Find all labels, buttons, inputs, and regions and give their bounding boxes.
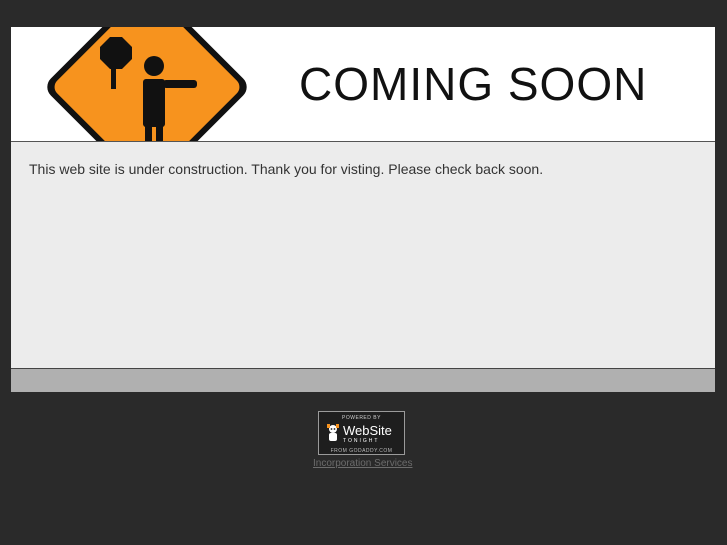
badge-website-text: WebSite: [343, 423, 392, 438]
incorporation-services-link[interactable]: Incorporation Services: [313, 458, 413, 469]
footer-bar: [11, 369, 715, 392]
site-frame: COMING SOON This web site is under const…: [11, 27, 715, 392]
construction-flagger-sign-icon: [47, 27, 247, 141]
header-banner: COMING SOON: [11, 27, 715, 142]
powered-by-website-tonight-badge[interactable]: POWERED BY WebSite TONIGHT FROM GODADDY.…: [318, 411, 405, 455]
coming-soon-heading: COMING SOON: [299, 58, 648, 110]
mascot-icon: [327, 424, 339, 441]
badge-powered-by-text: POWERED BY: [342, 415, 381, 421]
content-area: This web site is under construction. Tha…: [11, 142, 715, 369]
page: COMING SOON This web site is under const…: [0, 0, 727, 545]
badge-from-text: FROM GODADDY.COM: [330, 448, 393, 454]
construction-message: This web site is under construction. Tha…: [29, 161, 544, 177]
badge-tonight-text: TONIGHT: [343, 438, 380, 444]
